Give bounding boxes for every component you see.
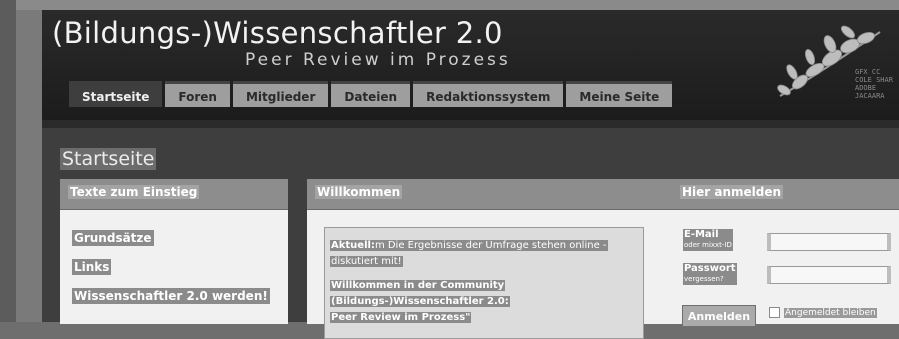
site-subtitle: Peer Review im Prozess [245, 50, 511, 70]
login-panel-title: Hier anmelden [680, 185, 784, 199]
page-title: Startseite [60, 148, 157, 170]
news-label: Aktuell: [331, 240, 375, 251]
main-nav: Startseite Foren Mitglieder Dateien Reda… [69, 81, 675, 107]
welcome-line-2: (Bildungs-)Wissenschaftler 2.0: [330, 296, 510, 307]
window-frame-shadow [16, 0, 42, 322]
link-grundsaetze[interactable]: Grundsätze [72, 230, 154, 246]
nav-tab-redaktionssystem[interactable]: Redaktionssystem [413, 81, 564, 107]
welcome-panel-header: Willkommen [307, 179, 681, 210]
login-button[interactable]: Anmelden [682, 305, 756, 327]
email-sublabel: oder mixxt-ID [684, 241, 732, 249]
nav-tab-dateien[interactable]: Dateien [331, 81, 411, 107]
login-panel: Hier anmelden E-Mail oder mixxt-ID Passw… [672, 179, 899, 327]
news-line: Aktuell:m Die Ergebnisse der Umfrage ste… [330, 240, 608, 251]
email-label-text: E-Mail [684, 229, 719, 240]
nav-tab-startseite[interactable]: Startseite [69, 81, 163, 107]
welcome-panel-title: Willkommen [315, 185, 403, 199]
email-input[interactable] [767, 233, 891, 251]
site-header: (Bildungs-)Wissenschaftler 2.0 Peer Revi… [42, 10, 899, 120]
forgot-password-link[interactable]: vergessen? [684, 274, 736, 285]
window-frame-left [0, 0, 16, 322]
intro-panel-title: Texte zum Einstieg [68, 185, 200, 199]
site-title[interactable]: (Bildungs-)Wissenschaftler 2.0 [52, 16, 503, 50]
welcome-panel: Willkommen Aktuell:m Die Ergebnisse der … [307, 179, 681, 339]
logo-credit-text: GFX CC COLE SHAR ADOBE JACAARA [855, 68, 893, 100]
link-links[interactable]: Links [72, 259, 112, 275]
welcome-line-3: Peer Review im Prozess" [330, 312, 472, 323]
main-content: Startseite Texte zum Einstieg Grundsätze… [42, 128, 899, 339]
welcome-message-box: Aktuell:m Die Ergebnisse der Umfrage ste… [324, 227, 644, 339]
nav-tab-meine-seite[interactable]: Meine Seite [566, 81, 673, 107]
window-frame-top [16, 0, 899, 10]
remember-me: Angemeldet bleiben [769, 307, 877, 318]
page: (Bildungs-)Wissenschaftler 2.0 Peer Revi… [42, 10, 899, 339]
news-text[interactable]: m Die Ergebnisse der Umfrage stehen onli… [375, 240, 607, 251]
login-panel-header: Hier anmelden [672, 179, 899, 210]
remember-me-label[interactable]: Angemeldet bleiben [784, 307, 877, 318]
intro-panel: Texte zum Einstieg Grundsätze Links Wiss… [60, 179, 288, 324]
news-line-2[interactable]: diskutiert mit! [330, 256, 403, 267]
header-divider [42, 120, 899, 128]
password-label-text: Passwort [684, 263, 736, 274]
link-wissenschaftler-werden[interactable]: Wissenschaftler 2.0 werden! [72, 288, 270, 304]
nav-tab-mitglieder[interactable]: Mitglieder [232, 81, 329, 107]
intro-panel-header: Texte zum Einstieg [60, 179, 288, 210]
remember-me-checkbox[interactable] [769, 307, 780, 318]
nav-tab-foren[interactable]: Foren [165, 81, 230, 107]
password-label: Passwort vergessen? [683, 263, 737, 285]
welcome-line-1: Willkommen in der Community [330, 280, 506, 291]
email-label: E-Mail oder mixxt-ID [683, 229, 733, 251]
password-input[interactable] [767, 266, 891, 284]
